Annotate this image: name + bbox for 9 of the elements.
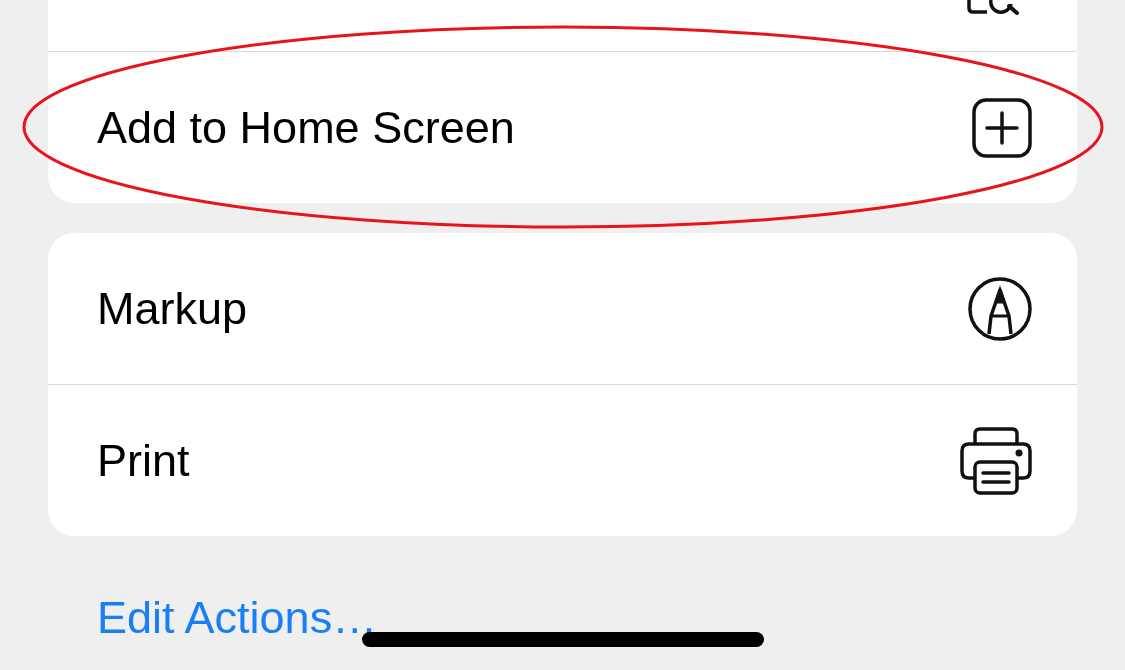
plus-square-icon xyxy=(971,96,1033,159)
action-label: Print xyxy=(97,434,190,487)
action-row[interactable]: Markup xyxy=(48,233,1077,384)
action-row[interactable]: Print xyxy=(48,385,1077,536)
printer-icon xyxy=(959,425,1033,496)
action-label: Markup xyxy=(97,282,248,335)
action-label: Add to Home Screen xyxy=(97,101,515,154)
action-row[interactable]: Add to Home Screen xyxy=(48,52,1077,203)
pen-tip-icon xyxy=(967,275,1033,342)
